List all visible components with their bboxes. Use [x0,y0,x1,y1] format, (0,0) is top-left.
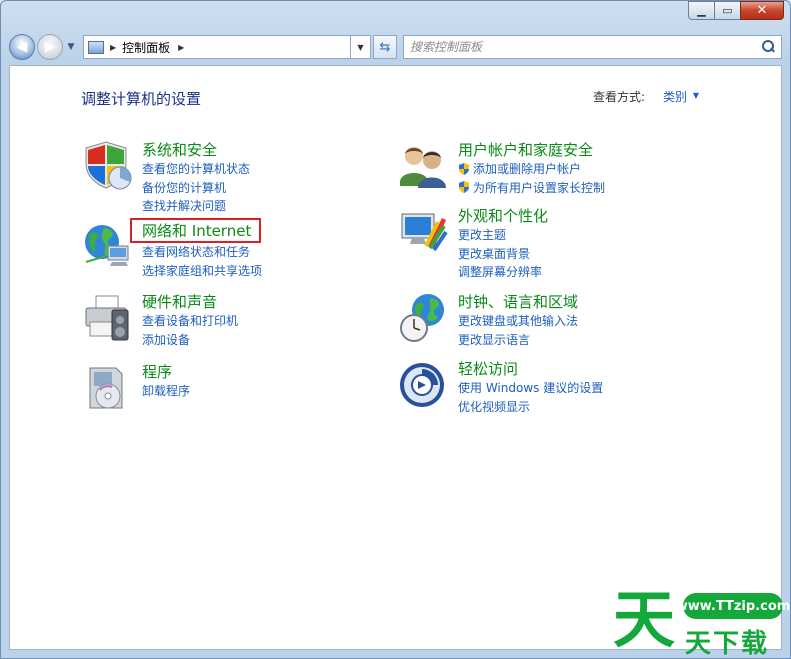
minimize-button[interactable]: ▁ [688,1,714,20]
category-ease-of-access: 轻松访问 使用 Windows 建议的设置 优化视频显示 [398,359,603,416]
content-area: 调整计算机的设置 查看方式: 类别 ▼ 系统和安全 查看您的计算机状态 备份您的… [9,65,782,650]
watermark-text: 天下载 [685,629,770,659]
minimize-icon: ▁ [697,4,706,17]
link-network-status[interactable]: 查看网络状态和任务 [142,243,262,262]
watermark-logo: 天 www.TTzip.com 天下载 [613,583,790,659]
close-icon: ✕ [756,3,768,18]
link-change-background[interactable]: 更改桌面背景 [458,245,548,264]
monitor-palette-icon[interactable] [398,206,450,258]
link-parental-controls[interactable]: 为所有用户设置家长控制 [458,179,605,198]
view-by-label: 查看方式: [592,90,645,104]
category-heading[interactable]: 轻松访问 [458,359,603,379]
category-heading-highlighted[interactable]: 网络和 Internet [130,218,262,243]
category-heading[interactable]: 时钟、语言和区域 [458,292,578,312]
category-heading[interactable]: 系统和安全 [142,140,250,160]
watermark-url: www.TTzip.com [676,593,790,619]
control-panel-window: ▁ ▭ ✕ ◀ ▶ ▼ ▶ 控制面板 ▶ ▼ ⇆ 调整计算机的设置 查看方式: … [0,0,791,659]
programs-box-icon[interactable] [82,362,134,414]
refresh-button[interactable]: ⇆ [373,35,397,59]
uac-shield-icon [459,162,469,175]
forward-arrow-icon: ▶ [44,39,56,55]
category-clock-language-region: 时钟、语言和区域 更改键盘或其他输入法 更改显示语言 [398,292,578,349]
uac-shield-icon [459,181,469,194]
link-change-display-language[interactable]: 更改显示语言 [458,331,578,350]
chevron-down-icon: ▼ [67,42,75,52]
link-homegroup-sharing[interactable]: 选择家庭组和共享选项 [142,262,262,281]
link-view-computer-status[interactable]: 查看您的计算机状态 [142,160,250,179]
forward-button[interactable]: ▶ [37,34,63,60]
link-troubleshoot[interactable]: 查找并解决问题 [142,197,250,216]
refresh-icon: ⇆ [379,39,391,55]
control-panel-icon [88,40,104,54]
chevron-down-icon[interactable]: ▼ [693,91,699,100]
navigation-bar: ◀ ▶ ▼ ▶ 控制面板 ▶ ▼ ⇆ [9,33,782,61]
category-programs: 程序 卸载程序 [82,362,190,414]
search-box[interactable] [403,35,782,59]
address-history-dropdown[interactable]: ▼ [351,35,371,59]
link-optimize-video[interactable]: 优化视频显示 [458,398,603,417]
caption-buttons: ▁ ▭ ✕ [688,1,784,20]
breadcrumb-arrow-icon[interactable]: ▶ [178,43,184,52]
ease-of-access-icon[interactable] [398,359,450,411]
recent-pages-dropdown[interactable]: ▼ [65,42,77,52]
category-system-security: 系统和安全 查看您的计算机状态 备份您的计算机 查找并解决问题 [82,140,250,216]
link-devices-printers[interactable]: 查看设备和打印机 [142,312,238,331]
maximize-icon: ▭ [722,4,733,17]
back-button[interactable]: ◀ [9,34,35,60]
category-network-internet: 网络和 Internet 查看网络状态和任务 选择家庭组和共享选项 [82,218,262,280]
link-backup-computer[interactable]: 备份您的计算机 [142,179,250,198]
link-recommended-settings[interactable]: 使用 Windows 建议的设置 [458,379,603,398]
red-highlight-box: 网络和 Internet [130,218,262,243]
network-globe-icon[interactable] [82,218,134,270]
category-heading[interactable]: 外观和个性化 [458,206,548,226]
category-heading[interactable]: 程序 [142,362,190,382]
address-bar[interactable]: ▶ 控制面板 ▶ [83,35,351,59]
category-heading[interactable]: 用户帐户和家庭安全 [458,140,605,160]
category-user-accounts: 用户帐户和家庭安全 添加或删除用户帐户 为所有用户设置家长控制 [398,140,605,197]
link-change-keyboard[interactable]: 更改键盘或其他输入法 [458,312,578,331]
maximize-button[interactable]: ▭ [714,1,740,20]
shield-icon[interactable] [82,140,134,192]
search-icon[interactable] [761,40,775,54]
breadcrumb-control-panel[interactable]: 控制面板 [122,39,170,56]
chevron-down-icon: ▼ [357,42,364,52]
breadcrumb-arrow-icon[interactable]: ▶ [110,43,116,52]
link-add-remove-accounts[interactable]: 添加或删除用户帐户 [458,160,605,179]
clock-globe-icon[interactable] [398,292,450,344]
printer-icon[interactable] [82,292,134,344]
category-heading[interactable]: 硬件和声音 [142,292,238,312]
page-title: 调整计算机的设置 [81,90,202,108]
users-icon[interactable] [398,140,450,192]
view-by-dropdown[interactable]: 类别 [663,88,687,105]
search-input[interactable] [410,40,761,54]
category-hardware-sound: 硬件和声音 查看设备和打印机 添加设备 [82,292,238,349]
back-arrow-icon: ◀ [16,39,28,55]
link-uninstall-program[interactable]: 卸载程序 [142,382,190,401]
category-appearance: 外观和个性化 更改主题 更改桌面背景 调整屏幕分辨率 [398,206,548,282]
link-add-device[interactable]: 添加设备 [142,331,238,350]
watermark-big-char: 天 [613,583,676,656]
link-adjust-resolution[interactable]: 调整屏幕分辨率 [458,263,548,282]
close-button[interactable]: ✕ [740,1,784,20]
link-change-theme[interactable]: 更改主题 [458,226,548,245]
